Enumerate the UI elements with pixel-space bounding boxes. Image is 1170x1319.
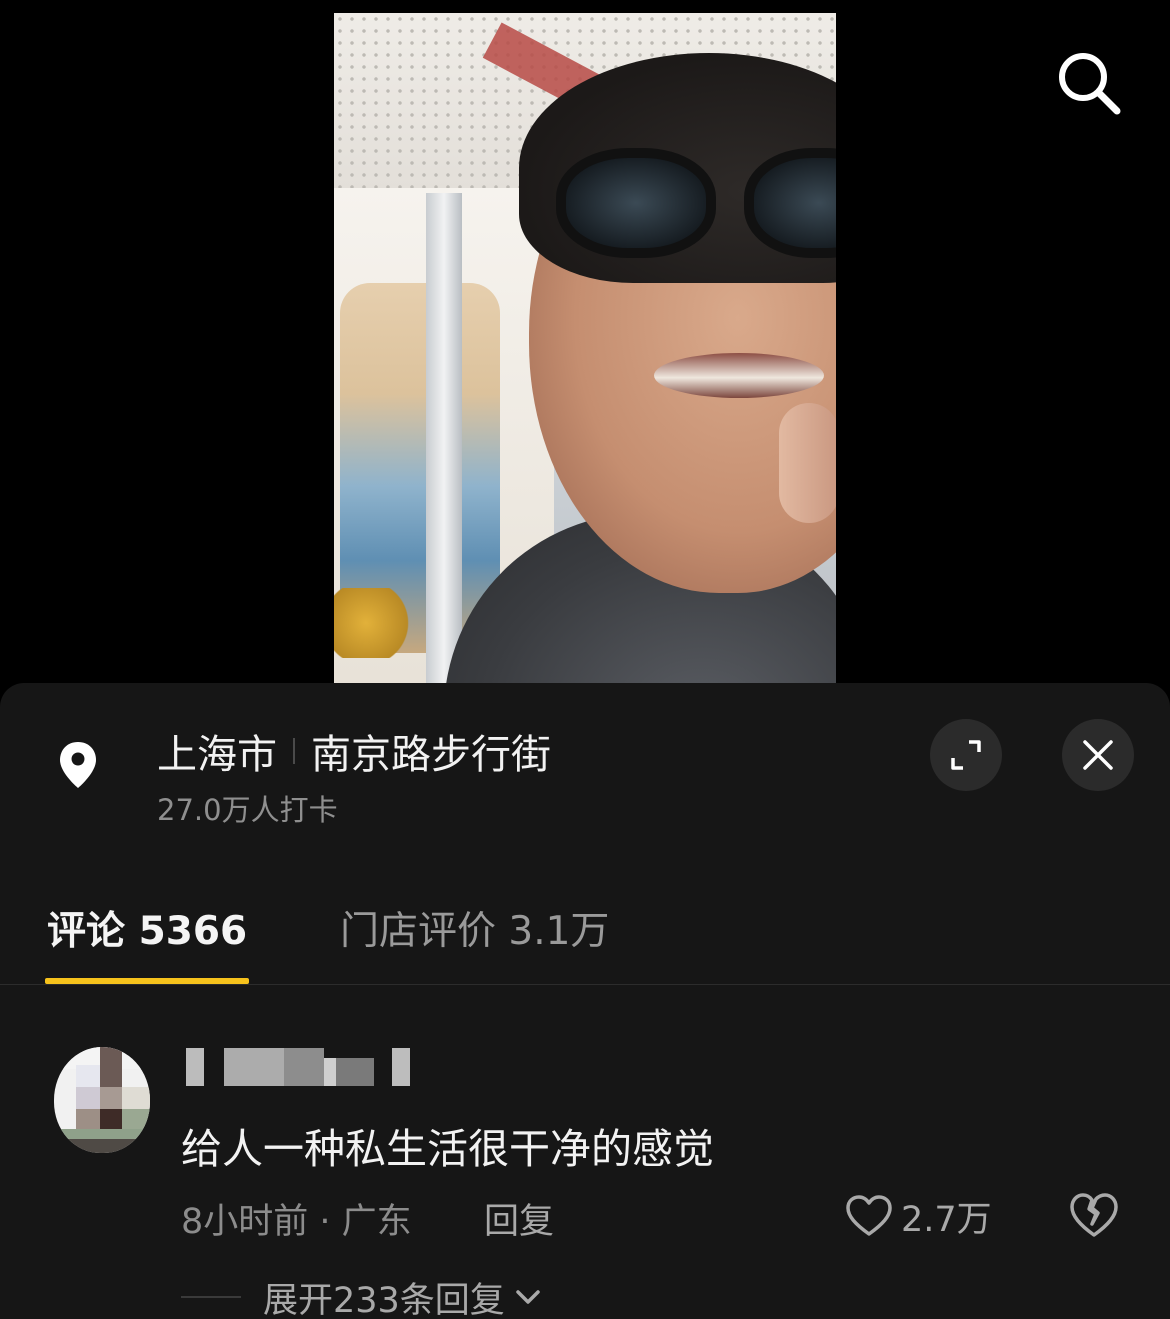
username-blur-block xyxy=(224,1048,284,1086)
video-mouth xyxy=(654,353,824,398)
comments-panel: 上海市 南京路步行街 27.0万人打卡 评论 5366 门店评价 3.1万 给人… xyxy=(0,683,1170,1319)
like-button[interactable]: 2.7万 xyxy=(845,1191,992,1241)
username-blur-block xyxy=(392,1048,410,1086)
reply-button[interactable]: 回复 xyxy=(484,1193,554,1244)
expand-replies-line xyxy=(181,1296,241,1298)
video-glasses-left xyxy=(556,148,716,258)
expand-replies-label: 展开233条回复 xyxy=(263,1280,505,1319)
avatar-pixel xyxy=(76,1109,100,1129)
avatar-pixel xyxy=(122,1109,150,1129)
avatar-pixel xyxy=(100,1109,122,1129)
expand-button[interactable] xyxy=(930,719,1002,791)
screen: 上海市 南京路步行街 27.0万人打卡 评论 5366 门店评价 3.1万 给人… xyxy=(0,0,1170,1319)
location-place: 南京路步行街 xyxy=(311,732,551,778)
location-pin-icon xyxy=(60,742,96,788)
video-finger xyxy=(779,403,836,523)
username-blur-block xyxy=(336,1058,374,1086)
chevron-down-icon xyxy=(516,1290,540,1304)
broken-heart-icon xyxy=(1070,1193,1118,1237)
comment-meta: 8小时前 · 广东 xyxy=(181,1202,412,1242)
avatar-pixel xyxy=(76,1087,100,1109)
video-pillar xyxy=(426,193,462,683)
location-title[interactable]: 上海市 南京路步行街 xyxy=(157,723,551,779)
dislike-button[interactable] xyxy=(1068,1191,1120,1241)
video-player[interactable] xyxy=(334,13,836,683)
search-button[interactable] xyxy=(1050,44,1126,120)
search-icon xyxy=(1059,53,1121,115)
avatar-pixel xyxy=(122,1087,150,1109)
tabs-divider xyxy=(0,984,1170,985)
close-icon xyxy=(1083,740,1113,770)
tab-store-reviews[interactable]: 门店评价 3.1万 xyxy=(340,898,609,958)
comment-text: 给人一种私生活很干净的感觉 xyxy=(181,1125,714,1173)
location-checkins: 27.0万人打卡 xyxy=(157,793,338,827)
avatar-pixel xyxy=(100,1047,122,1087)
location-city: 上海市 xyxy=(157,732,277,778)
avatar-pixel xyxy=(76,1065,100,1087)
close-button[interactable] xyxy=(1062,719,1134,791)
avatar-pixel xyxy=(68,1139,138,1153)
username-blurred[interactable] xyxy=(186,1048,414,1086)
heart-icon xyxy=(846,1195,892,1236)
location-pin xyxy=(50,737,106,793)
username-blur-block xyxy=(186,1048,204,1086)
panel-tabs: 评论 5366 门店评价 3.1万 xyxy=(0,898,1170,985)
video-tree xyxy=(334,588,414,658)
location-separator xyxy=(293,738,295,764)
avatar-pixel xyxy=(100,1087,122,1109)
avatar[interactable] xyxy=(54,1047,150,1153)
like-count: 2.7万 xyxy=(901,1199,992,1240)
username-blur-block xyxy=(284,1048,324,1086)
expand-icon xyxy=(951,740,981,770)
expand-replies-button[interactable]: 展开233条回复 xyxy=(181,1273,543,1319)
tab-comments[interactable]: 评论 5366 xyxy=(47,898,247,958)
